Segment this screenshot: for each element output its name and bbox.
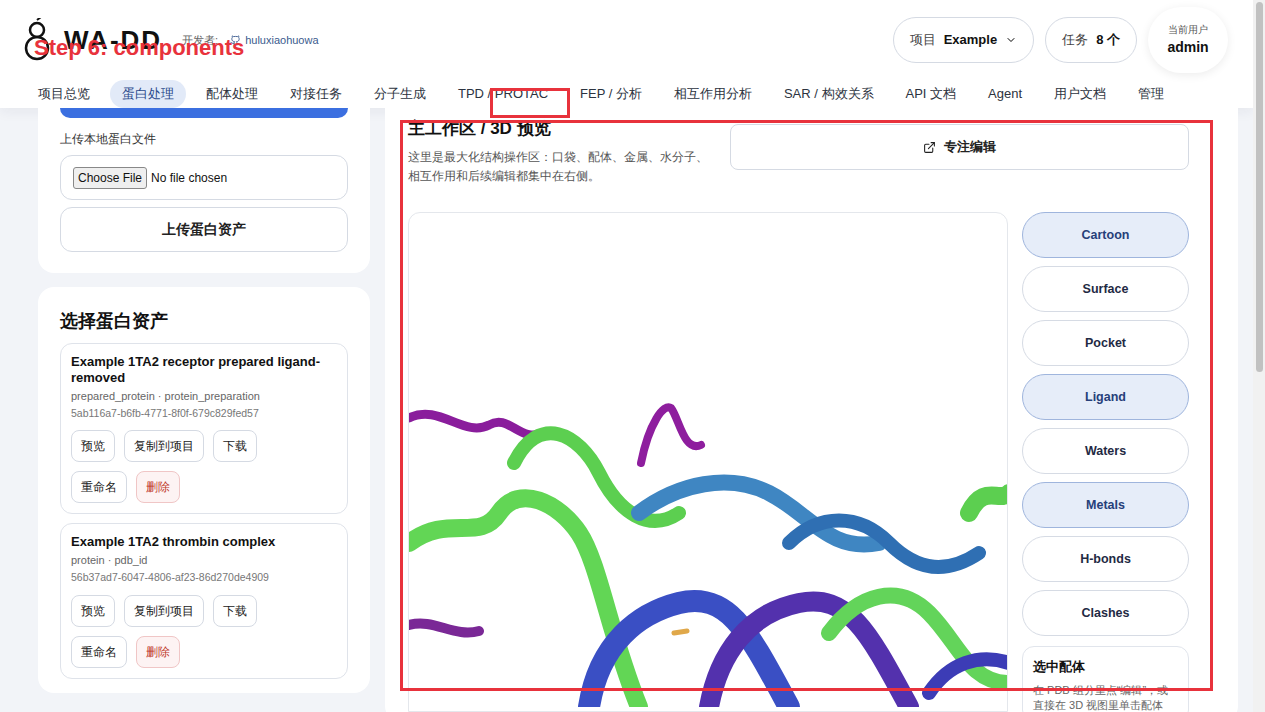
asset-action-button[interactable]: 重命名 — [71, 471, 127, 503]
nav-tab[interactable]: 用户文档 — [1042, 80, 1118, 108]
project-select[interactable]: 项目Example — [893, 17, 1034, 63]
nav-tab[interactable]: 项目总览 — [26, 80, 102, 108]
main-nav: 项目总览蛋白处理配体处理对接任务分子生成 TPD / PROTAC FEP / 分析… — [0, 80, 1253, 108]
asset-item[interactable]: Example 1TA2 receptor prepared ligand-re… — [60, 343, 348, 514]
display-toggle[interactable]: Clashes — [1022, 590, 1189, 636]
upload-button[interactable]: 上传蛋白资产 — [60, 207, 348, 252]
assets-title: 选择蛋白资产 — [60, 309, 348, 333]
selected-ligand-card: 选中配体在 PDB 组分里点“编辑”，或直接在 3D 视图里单击配体 — [1022, 646, 1189, 712]
scrollbar[interactable] — [1253, 0, 1265, 712]
app: WA-DD开发者:huluxiaohuowa项目Example任务8 个当前用户… — [0, 0, 1265, 712]
asset-action-button[interactable]: 预览 — [71, 595, 115, 627]
asset-action-button[interactable]: 下载 — [213, 595, 257, 627]
viewer-3d[interactable] — [408, 212, 1008, 712]
choose-file-button[interactable]: Choose File — [73, 167, 147, 189]
primary-button[interactable] — [60, 108, 348, 118]
display-toggle[interactable]: Waters — [1022, 428, 1189, 474]
assets-card: 选择蛋白资产 Example 1TA2 receptor prepared lig… — [38, 287, 370, 693]
chevron-down-icon — [1005, 34, 1017, 46]
external-link-icon — [923, 141, 936, 154]
left-column: 上传本地蛋白文件 Choose FileNo file chosen 上传蛋白资产选… — [38, 108, 370, 712]
display-toggle[interactable]: Cartoon — [1022, 212, 1189, 258]
annotation-box — [400, 120, 1213, 691]
nav-tab[interactable]: 相互作用分析 — [662, 80, 764, 108]
display-toggle[interactable]: Ligand — [1022, 374, 1189, 420]
asset-action-button[interactable]: 复制到项目 — [124, 595, 204, 627]
nav-tab[interactable]: API 文档 — [894, 80, 969, 108]
nav-tab[interactable]: 对接任务 — [278, 80, 354, 108]
nav-tab[interactable]: 分子生成 — [362, 80, 438, 108]
asset-action-button[interactable]: 复制到项目 — [124, 430, 204, 462]
nav-tab[interactable]: FEP / 分析 — [568, 80, 654, 108]
tasks-pill[interactable]: 任务8 个 — [1045, 17, 1137, 63]
annotation-label: Step 6: components — [34, 34, 244, 62]
nav-tab[interactable]: 管理 — [1126, 80, 1176, 108]
focus-edit-button[interactable]: 专注编辑 — [730, 124, 1189, 170]
workspace-panel: 主工作区 / 3D 预览这里是最大化结构操作区：口袋、配体、金属、水分子、相互作… — [385, 108, 1238, 712]
nav-tab[interactable]: Agent — [976, 80, 1034, 108]
protein-structure-icon — [409, 213, 1008, 707]
delete-button[interactable]: 删除 — [136, 636, 180, 668]
display-toggle[interactable]: H-bonds — [1022, 536, 1189, 582]
content: 上传本地蛋白文件 Choose FileNo file chosen 上传蛋白资产选… — [0, 108, 1253, 712]
nav-tab[interactable]: 配体处理 — [194, 80, 270, 108]
display-toggle[interactable]: Pocket — [1022, 320, 1189, 366]
upload-label: 上传本地蛋白文件 — [60, 130, 348, 148]
nav-tab[interactable]: TPD / PROTAC — [446, 80, 560, 108]
page: WA-DD开发者:huluxiaohuowa项目Example任务8 个当前用户… — [0, 0, 1253, 712]
nav-tab[interactable]: SAR / 构效关系 — [772, 80, 886, 108]
asset-action-button[interactable]: 下载 — [213, 430, 257, 462]
display-toggle[interactable]: Surface — [1022, 266, 1189, 312]
asset-action-button[interactable]: 重命名 — [71, 636, 127, 668]
annotation-box — [490, 88, 570, 118]
display-toggle[interactable]: Metals — [1022, 482, 1189, 528]
nav-tab[interactable]: 蛋白处理 — [110, 80, 186, 108]
asset-item[interactable]: Example 1TA2 thrombin complexprotein · p… — [60, 523, 348, 678]
user-badge[interactable]: 当前用户admin — [1148, 7, 1228, 73]
delete-button[interactable]: 删除 — [136, 471, 180, 503]
file-input[interactable]: Choose FileNo file chosen — [60, 155, 348, 200]
asset-action-button[interactable]: 预览 — [71, 430, 115, 462]
upload-card: 上传本地蛋白文件 Choose FileNo file chosen 上传蛋白资产 — [38, 108, 370, 273]
workspace-description: 这里是最大化结构操作区：口袋、配体、金属、水分子、相互作用和后续编辑都集中在右侧… — [408, 148, 708, 186]
